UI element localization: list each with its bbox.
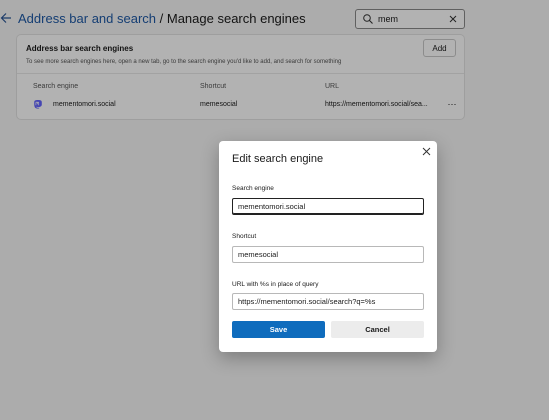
url-label: URL with %s in place of query [232, 281, 319, 288]
cancel-button[interactable]: Cancel [331, 321, 424, 338]
dialog-title: Edit search engine [232, 153, 324, 165]
close-icon[interactable] [419, 145, 433, 159]
search-engine-input[interactable] [232, 198, 424, 215]
edit-search-engine-dialog: Edit search engine Search engine Shortcu… [219, 141, 437, 352]
shortcut-label: Shortcut [232, 233, 257, 240]
shortcut-input[interactable] [232, 246, 424, 263]
save-button[interactable]: Save [232, 321, 325, 338]
search-engine-label: Search engine [232, 185, 274, 192]
url-input[interactable] [232, 293, 424, 310]
